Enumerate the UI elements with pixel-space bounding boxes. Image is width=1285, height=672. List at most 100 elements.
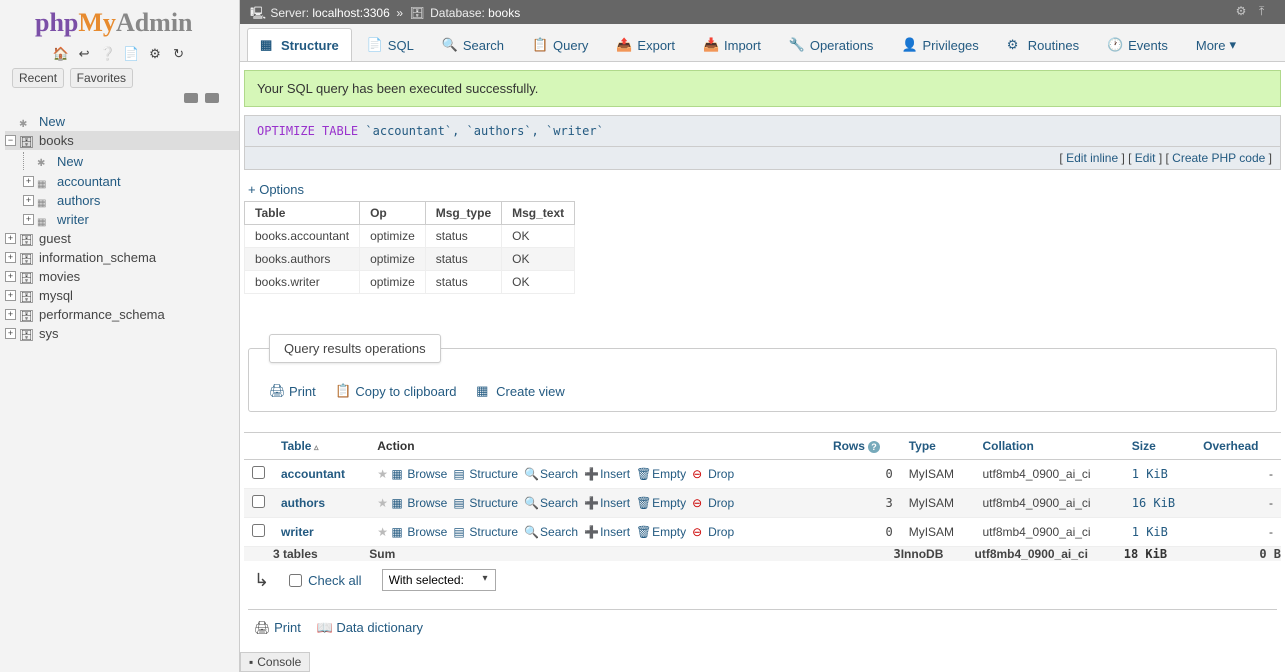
drop-link[interactable]: ⊖Drop	[692, 525, 734, 539]
insert-link[interactable]: ➕Insert	[584, 525, 630, 539]
nav-new[interactable]: New	[5, 112, 239, 131]
structure-link[interactable]: ▤Structure	[453, 467, 518, 481]
expand-toggle[interactable]: +	[5, 328, 16, 339]
col-type[interactable]: Type	[901, 433, 975, 460]
expand-toggle[interactable]: +	[5, 271, 16, 282]
browse-icon: ▦	[391, 525, 405, 539]
with-selected-dropdown[interactable]: With selected:	[382, 569, 496, 591]
sql-icon[interactable]: 📄	[123, 46, 139, 62]
tab-routines[interactable]: ⚙Routines	[994, 28, 1092, 61]
empty-link[interactable]: 🗑Empty	[636, 525, 686, 539]
collapse-toggle[interactable]: −	[5, 135, 16, 146]
tab-privileges[interactable]: 👤Privileges	[888, 28, 991, 61]
expand-toggle[interactable]: +	[5, 290, 16, 301]
nav-db-sys[interactable]: +sys	[5, 324, 239, 343]
expand-toggle[interactable]: +	[23, 214, 34, 225]
table-name-link[interactable]: accountant	[281, 467, 345, 481]
nav-table-writer[interactable]: +writer	[5, 210, 239, 229]
drop-link[interactable]: ⊖Drop	[692, 467, 734, 481]
size-cell[interactable]: 1 KiB	[1124, 518, 1195, 547]
nav-db-mysql[interactable]: +mysql	[5, 286, 239, 305]
create-php-link[interactable]: Create PHP code	[1172, 151, 1265, 165]
gear-icon[interactable]: ⚙	[1236, 4, 1252, 20]
search-link[interactable]: 🔍Search	[524, 525, 578, 539]
tab-import[interactable]: 📥Import	[690, 28, 774, 61]
arrow-up-icon: ↳	[254, 570, 269, 591]
expand-toggle[interactable]: +	[5, 233, 16, 244]
search-link[interactable]: 🔍Search	[524, 467, 578, 481]
help-icon[interactable]: ?	[868, 441, 880, 453]
expand-toggle[interactable]: +	[23, 195, 34, 206]
nav-db-guest[interactable]: +guest	[5, 229, 239, 248]
docs-icon[interactable]: ❔	[100, 46, 116, 62]
search-link[interactable]: 🔍Search	[524, 496, 578, 510]
checkall-label[interactable]: Check all	[308, 573, 361, 588]
browse-link[interactable]: ▦Browse	[391, 525, 447, 539]
nav-new-table[interactable]: New	[5, 150, 239, 172]
link-icon[interactable]	[205, 93, 219, 103]
empty-link[interactable]: 🗑Empty	[636, 467, 686, 481]
print-link[interactable]: Print	[274, 620, 301, 635]
copy-clipboard-link[interactable]: 📋Copy to clipboard	[335, 383, 456, 399]
row-checkbox[interactable]	[252, 524, 265, 537]
nav-db-performance-schema[interactable]: +performance_schema	[5, 305, 239, 324]
nav-table-accountant[interactable]: +accountant	[5, 172, 239, 191]
tab-export[interactable]: 📤Export	[603, 28, 688, 61]
browse-link[interactable]: ▦Browse	[391, 496, 447, 510]
row-checkbox[interactable]	[252, 466, 265, 479]
favorite-star-icon[interactable]: ★	[377, 467, 388, 481]
tab-query[interactable]: 📋Query	[519, 28, 601, 61]
col-table[interactable]: Table	[273, 433, 369, 460]
breadcrumb-database[interactable]: books	[488, 6, 520, 20]
structure-link[interactable]: ▤Structure	[453, 525, 518, 539]
col-rows[interactable]: Rows?	[825, 433, 901, 460]
breadcrumb-server[interactable]: localhost:3306	[312, 6, 389, 20]
expand-toggle[interactable]: +	[23, 176, 34, 187]
nav-db-movies[interactable]: +movies	[5, 267, 239, 286]
edit-link[interactable]: Edit	[1135, 151, 1156, 165]
checkall-checkbox[interactable]	[289, 574, 302, 587]
structure-link[interactable]: ▤Structure	[453, 496, 518, 510]
options-toggle[interactable]: + Options	[248, 182, 304, 197]
row-checkbox[interactable]	[252, 495, 265, 508]
tab-structure[interactable]: ▦Structure	[247, 28, 352, 61]
tab-events[interactable]: 🕐Events	[1094, 28, 1181, 61]
create-view-link[interactable]: ▦Create view	[476, 383, 565, 399]
browse-link[interactable]: ▦Browse	[391, 467, 447, 481]
tab-search[interactable]: 🔍Search	[429, 28, 517, 61]
table-name-link[interactable]: authors	[281, 496, 325, 510]
pageup-icon[interactable]: ⤒	[1259, 4, 1275, 20]
reload-icon[interactable]: ↻	[171, 46, 187, 62]
nav-db-books[interactable]: −books	[5, 131, 239, 150]
tab-operations[interactable]: 🔧Operations	[776, 28, 887, 61]
tab-more[interactable]: More	[1183, 28, 1249, 61]
insert-link[interactable]: ➕Insert	[584, 467, 630, 481]
favorite-star-icon[interactable]: ★	[377, 525, 388, 539]
home-icon[interactable]: 🏠	[52, 46, 68, 62]
exit-icon[interactable]: ↩	[76, 46, 92, 62]
recent-button[interactable]: Recent	[12, 68, 64, 88]
tab-sql[interactable]: 📄SQL	[354, 28, 427, 61]
col-overhead[interactable]: Overhead	[1195, 433, 1281, 460]
console-toggle[interactable]: Console	[240, 652, 310, 672]
data-dictionary-link[interactable]: Data dictionary	[336, 620, 423, 635]
favorite-star-icon[interactable]: ★	[377, 496, 388, 510]
expand-toggle[interactable]: +	[5, 252, 16, 263]
nav-table-authors[interactable]: +authors	[5, 191, 239, 210]
empty-link[interactable]: 🗑Empty	[636, 496, 686, 510]
favorites-button[interactable]: Favorites	[70, 68, 133, 88]
size-cell[interactable]: 16 KiB	[1124, 489, 1195, 518]
print-link[interactable]: 🖨Print	[269, 383, 316, 399]
logo[interactable]: phpMyAdmin	[0, 0, 239, 42]
nav-db-information-schema[interactable]: +information_schema	[5, 248, 239, 267]
size-cell[interactable]: 1 KiB	[1124, 460, 1195, 489]
drop-link[interactable]: ⊖Drop	[692, 496, 734, 510]
collapse-icon[interactable]	[184, 93, 198, 103]
col-size[interactable]: Size	[1124, 433, 1195, 460]
expand-toggle[interactable]: +	[5, 309, 16, 320]
insert-link[interactable]: ➕Insert	[584, 496, 630, 510]
col-collation[interactable]: Collation	[975, 433, 1124, 460]
table-name-link[interactable]: writer	[281, 525, 314, 539]
gear-icon[interactable]: ⚙	[147, 46, 163, 62]
edit-inline-link[interactable]: Edit inline	[1066, 151, 1118, 165]
